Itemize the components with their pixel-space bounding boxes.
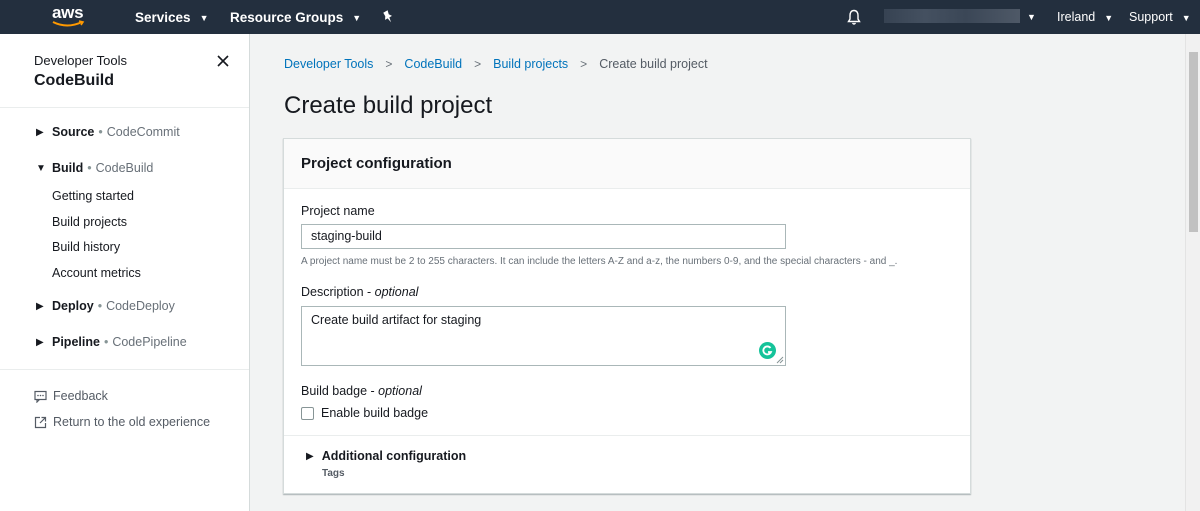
enable-build-badge-checkbox[interactable] [301,407,314,420]
caret-right-icon: ▶ [36,300,44,312]
region-label: Ireland [1057,10,1096,24]
sidebar: Developer Tools CodeBuild ▶ Source • Cod… [0,34,250,511]
sidebar-section-pipeline[interactable]: ▶ Pipeline • CodePipeline [36,335,187,349]
services-menu[interactable]: Services ▼ [135,0,208,34]
chevron-down-icon: ▼ [1104,13,1114,23]
chevron-down-icon: ▼ [1181,13,1191,23]
caret-right-icon: ▶ [306,450,314,462]
sidebar-item-build-projects[interactable]: Build projects [52,215,127,229]
breadcrumb-current: Create build project [599,57,708,71]
chevron-down-icon[interactable]: ▼ [1027,0,1036,34]
old-experience-link[interactable]: Return to the old experience [34,415,210,429]
feedback-link[interactable]: Feedback [34,389,108,403]
old-experience-label: Return to the old experience [53,415,211,429]
feedback-label: Feedback [53,389,108,403]
page-title: Create build project [284,92,493,119]
additional-configuration-subtitle: Tags [322,468,345,479]
chevron-right-icon: > [385,57,393,71]
account-menu-redacted[interactable] [884,9,1020,23]
additional-configuration-toggle[interactable]: ▶ Additional configuration [306,449,466,463]
build-badge-label-text: Build badge [301,384,368,398]
panel-divider [284,435,970,436]
description-label: Description - optional [301,285,419,299]
description-label-text: Description [301,285,364,299]
sidebar-section-deploy[interactable]: ▶ Deploy • CodeDeploy [36,299,175,313]
project-name-hint: A project name must be 2 to 255 characte… [301,256,898,267]
chevron-right-icon: > [474,57,482,71]
scrollbar-thumb[interactable] [1189,52,1198,232]
section-sublabel: CodeBuild [95,161,154,175]
separator-dot: • [97,299,103,313]
feedback-icon [34,390,47,403]
sidebar-eyebrow: Developer Tools [34,53,127,68]
sidebar-item-build-history[interactable]: Build history [52,240,120,254]
project-name-label: Project name [301,204,375,218]
project-name-input[interactable]: staging-build [301,224,786,249]
breadcrumb-codebuild[interactable]: CodeBuild [404,57,462,71]
grammarly-icon[interactable] [759,342,776,359]
sidebar-section-source[interactable]: ▶ Source • CodeCommit [36,125,180,139]
breadcrumb-build-projects[interactable]: Build projects [493,57,568,71]
resource-groups-menu[interactable]: Resource Groups ▼ [230,0,361,34]
description-textarea[interactable]: Create build artifact for staging [301,306,786,366]
section-sublabel: CodeCommit [106,125,180,139]
chevron-right-icon: > [580,57,588,71]
close-icon[interactable] [214,52,232,70]
chevron-down-icon: ▼ [199,13,209,23]
enable-build-badge-label[interactable]: Enable build badge [321,406,428,420]
caret-right-icon: ▶ [36,126,44,138]
chevron-down-icon: ▼ [352,13,362,23]
breadcrumb: Developer Tools > CodeBuild > Build proj… [284,57,708,71]
services-label: Services [135,9,191,25]
pin-icon[interactable] [380,9,396,25]
aws-logo[interactable]: aws [52,4,88,30]
section-label: Source [52,125,95,139]
resize-handle-icon[interactable] [776,356,784,364]
breadcrumb-developer-tools[interactable]: Developer Tools [284,57,373,71]
aws-smile-icon [52,20,85,27]
additional-configuration-label: Additional configuration [321,449,467,463]
grammarly-g-glyph [762,345,773,356]
section-sublabel: CodeDeploy [106,299,175,313]
sidebar-title: CodeBuild [34,72,114,89]
aws-logo-text: aws [52,3,84,22]
build-badge-label: Build badge - optional [301,384,422,398]
section-label: Deploy [52,299,94,313]
vertical-scrollbar[interactable] [1185,34,1200,511]
sidebar-divider [0,369,249,370]
region-menu[interactable]: Ireland ▼ [1057,0,1113,34]
support-label: Support [1129,10,1173,24]
panel-title: Project configuration [301,155,452,172]
caret-down-icon: ▼ [36,162,46,174]
panel-header: Project configuration [284,139,970,189]
section-label: Build [52,161,84,175]
sidebar-section-build[interactable]: ▼ Build • CodeBuild [36,161,153,175]
sidebar-item-account-metrics[interactable]: Account metrics [52,266,141,280]
top-navigation-bar: aws Services ▼ Resource Groups ▼ ▼ Irela… [0,0,1200,34]
caret-right-icon: ▶ [36,336,44,348]
separator-dot: • [98,125,103,139]
section-sublabel: CodePipeline [112,335,187,349]
section-label: Pipeline [52,335,100,349]
resource-groups-label: Resource Groups [230,9,344,25]
optional-tag: optional [374,285,419,299]
external-link-icon [34,416,47,428]
project-configuration-panel: Project configuration Project name stagi… [283,138,971,494]
separator-dot: • [103,335,109,349]
separator-dot: • [87,161,92,175]
bell-icon[interactable] [846,9,862,26]
sidebar-divider [0,107,249,108]
optional-tag: optional [378,384,422,398]
support-menu[interactable]: Support ▼ [1129,0,1191,34]
sidebar-item-getting-started[interactable]: Getting started [52,189,134,203]
